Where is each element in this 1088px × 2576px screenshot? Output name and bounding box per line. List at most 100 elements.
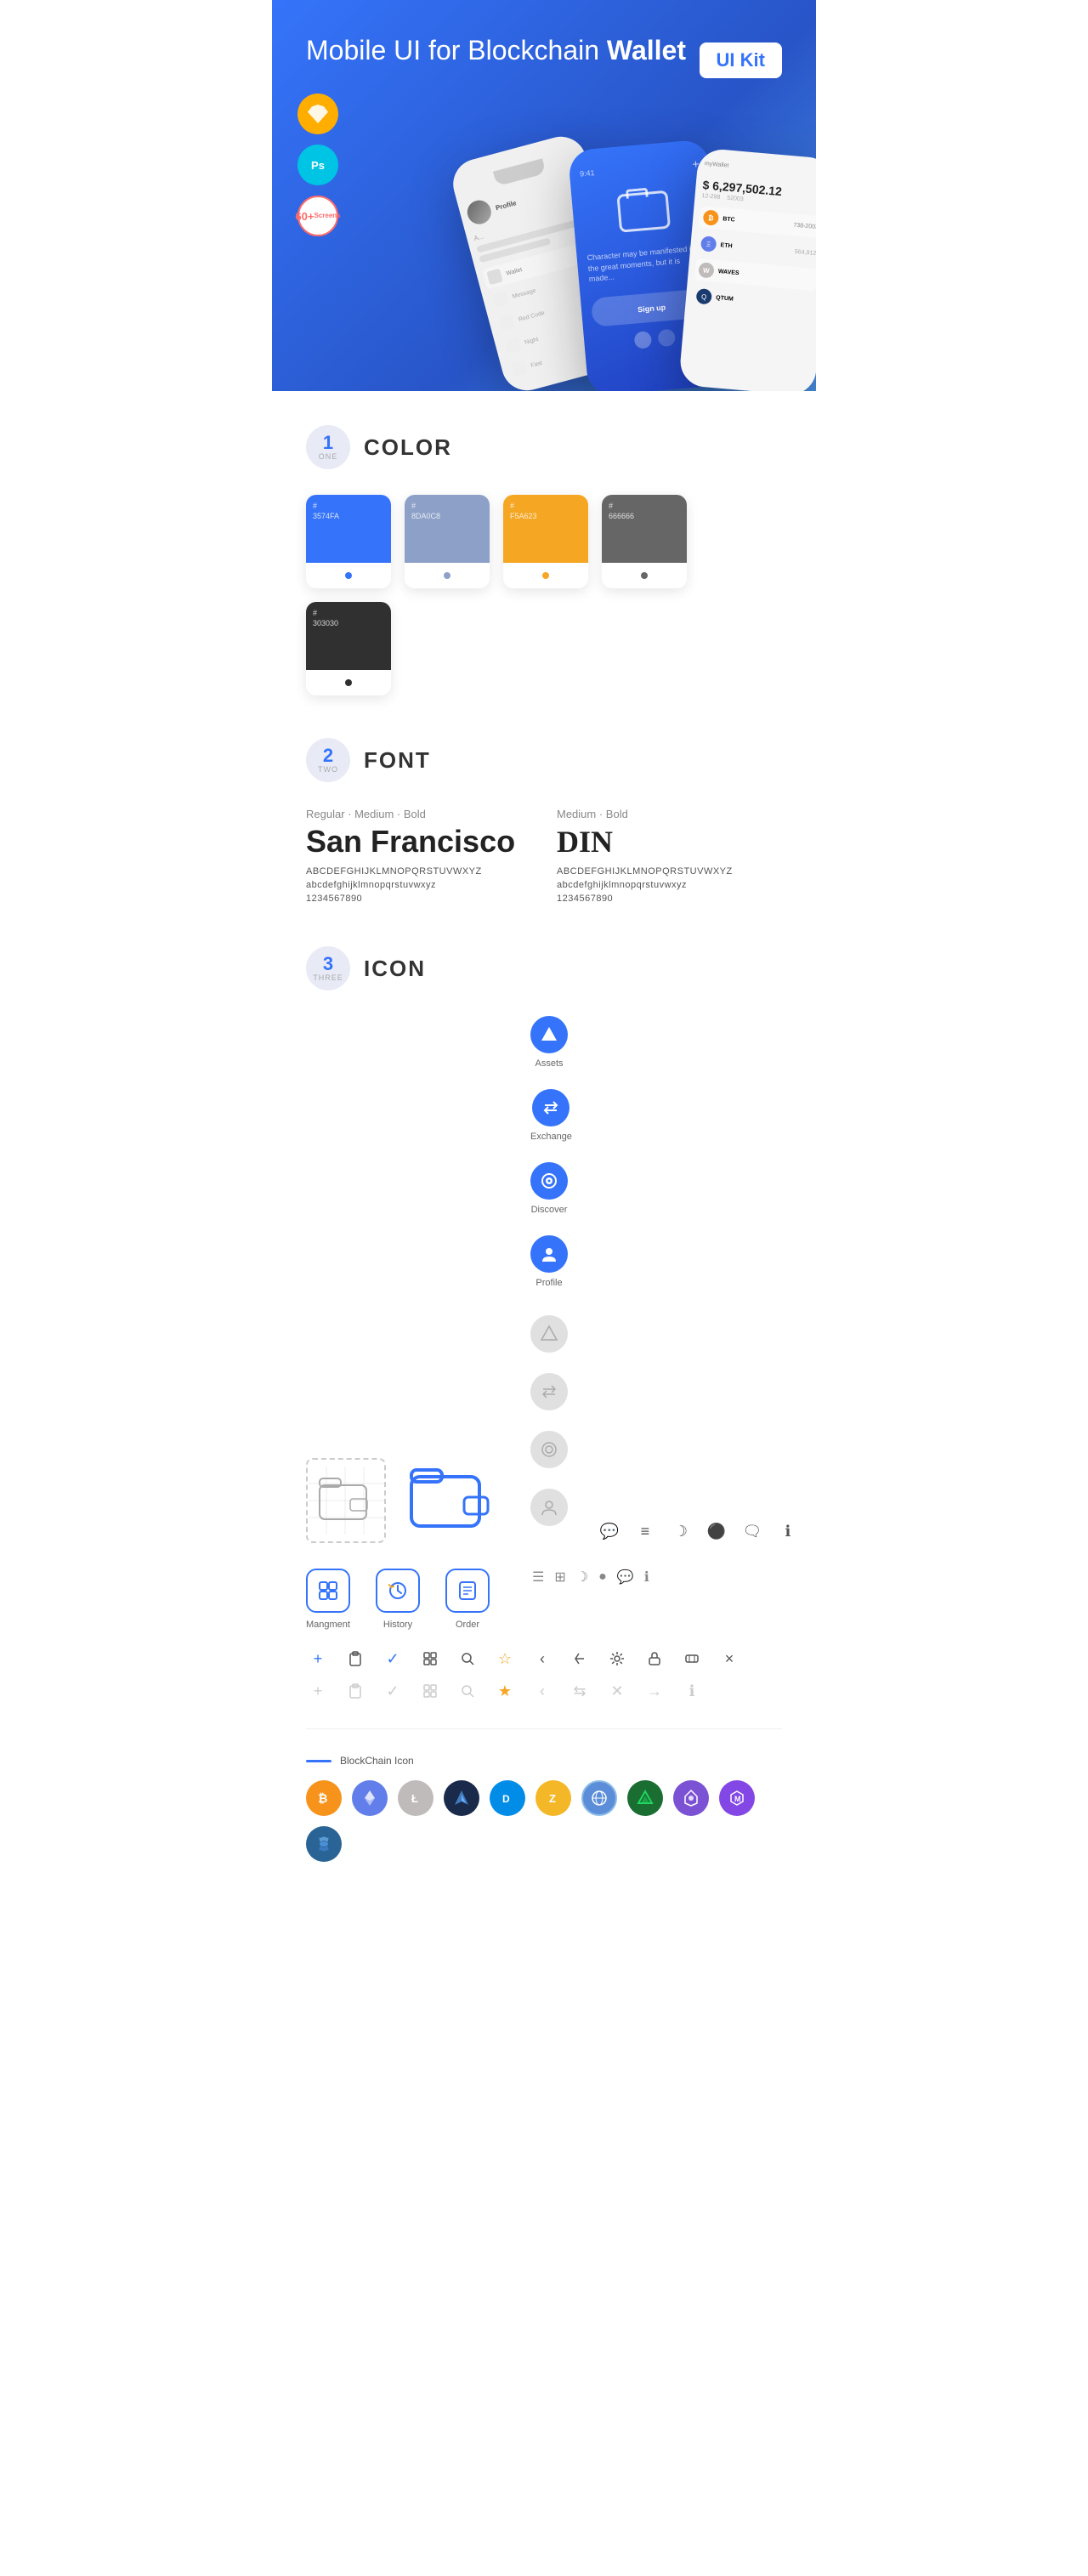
nav-icons-column: Assets Exchange xyxy=(530,1016,572,1543)
litecoin-icon: Ł xyxy=(398,1780,434,1816)
color-swatch-orange: #F5A623 xyxy=(503,495,588,588)
export-icon xyxy=(643,1647,666,1671)
message-icon: 🗨 xyxy=(740,1519,764,1543)
color-swatches: #3574FA #8DA0C8 #F5A623 xyxy=(306,495,782,695)
sketch-badge xyxy=(298,94,338,134)
profile-icon xyxy=(530,1235,568,1273)
discover-icon-item: Discover xyxy=(530,1162,568,1215)
grid-icon xyxy=(418,1647,442,1671)
bubble-icon: 💬 xyxy=(617,1569,634,1586)
history-icon xyxy=(376,1569,420,1613)
hero-section: Mobile UI for Blockchain Wallet UI Kit P… xyxy=(272,0,816,391)
circle-sm-icon: ● xyxy=(598,1569,607,1585)
blockchain-line xyxy=(306,1760,332,1762)
font-section-title: FONT xyxy=(364,747,431,774)
plus-icon-outline: + xyxy=(306,1679,330,1703)
exchange-icon xyxy=(532,1089,570,1126)
check-icon-outline: ✓ xyxy=(381,1679,405,1703)
icon-section-number: 3 THREE xyxy=(306,946,350,990)
exchange-icon-gray xyxy=(530,1373,568,1410)
ethereum-icon xyxy=(352,1780,388,1816)
blockchain-label-row: BlockChain Icon xyxy=(306,1755,782,1767)
font-din: Medium · Bold DIN ABCDEFGHIJKLMNOPQRSTUV… xyxy=(557,808,782,904)
nav-icons-colored-row: Assets Exchange xyxy=(530,1016,572,1288)
clipboard-icon-outline xyxy=(343,1679,367,1703)
icon-wireframe-wallet xyxy=(306,1458,386,1543)
screens-badge: 60+ Screens xyxy=(298,196,338,236)
profile-icon-item: Profile xyxy=(530,1235,568,1288)
discover-icon xyxy=(530,1162,568,1200)
phones-area: Profile A... Wallet Message xyxy=(408,119,816,391)
chat-icon: 💬 xyxy=(598,1519,621,1543)
color-section-number: 1 ONE xyxy=(306,425,350,469)
search-icon-outline xyxy=(456,1679,479,1703)
aave-icon xyxy=(673,1780,709,1816)
moon-icon: ☽ xyxy=(669,1519,693,1543)
font-san-francisco: Regular · Medium · Bold San Francisco AB… xyxy=(306,808,531,904)
profile-icon-gray xyxy=(530,1489,568,1526)
svg-text:M: M xyxy=(734,1795,741,1803)
circle-icon: ⚫ xyxy=(705,1519,728,1543)
close-icon: × xyxy=(717,1647,741,1671)
ps-badge: Ps xyxy=(298,145,338,185)
color-swatch-blue: #3574FA xyxy=(306,495,391,588)
icon-section: 3 THREE ICON xyxy=(306,946,782,1862)
svg-text:D: D xyxy=(502,1793,510,1805)
management-icon-item: Mangment xyxy=(306,1569,350,1630)
small-icons-row-1: ☰ ⊞ ☽ ● 💬 ℹ xyxy=(532,1569,649,1586)
discover-icon-gray xyxy=(530,1431,568,1468)
assets-icon-gray xyxy=(530,1315,568,1353)
nav-icons-gray-row xyxy=(530,1315,572,1526)
arrows-icon-outline: ⇆ xyxy=(568,1679,592,1703)
layers-icon: ≡ xyxy=(633,1519,657,1543)
icon-section-title: ICON xyxy=(364,956,426,982)
font-grid: Regular · Medium · Bold San Francisco AB… xyxy=(306,808,782,904)
feather-icon xyxy=(444,1780,479,1816)
color-section-header: 1 ONE COLOR xyxy=(306,425,782,469)
polkadot-icon xyxy=(306,1826,342,1862)
plus-icon: + xyxy=(306,1647,330,1671)
svg-text:Z: Z xyxy=(549,1792,556,1805)
zcash-icon: Z xyxy=(536,1780,571,1816)
bitcoin-icon: ₿ xyxy=(306,1780,342,1816)
icon-grid-main: Assets Exchange xyxy=(306,1016,782,1543)
star-icon: ☆ xyxy=(493,1647,517,1671)
order-icon-item: Order xyxy=(445,1569,490,1630)
main-content: 1 ONE COLOR #3574FA #8DA0C8 xyxy=(272,391,816,1938)
icon-blue-wallet xyxy=(403,1458,496,1543)
grid-icon-outline xyxy=(418,1679,442,1703)
management-icon xyxy=(306,1569,350,1613)
font-section-number: 2 TWO xyxy=(306,738,350,782)
color-swatch-gray-blue: #8DA0C8 xyxy=(405,495,490,588)
utility-col: 💬 ≡ ☽ ⚫ 🗨 ℹ xyxy=(598,1519,800,1543)
font-section: 2 TWO FONT Regular · Medium · Bold San F… xyxy=(306,738,782,904)
color-section: 1 ONE COLOR #3574FA #8DA0C8 xyxy=(306,425,782,695)
exchange-icon-item: Exchange xyxy=(530,1089,572,1142)
color-swatch-gray: #666666 xyxy=(602,495,687,588)
assets-icon xyxy=(530,1016,568,1053)
x-icon-outline: ✕ xyxy=(605,1679,629,1703)
siacoin-icon xyxy=(627,1780,663,1816)
resize-icon xyxy=(680,1647,704,1671)
tool-badges: Ps 60+ Screens xyxy=(298,94,338,236)
dash-icon: D xyxy=(490,1780,525,1816)
utility-icons-dimmed: + ✓ ★ ‹ ⇆ ✕ → ℹ xyxy=(306,1679,782,1703)
matic-icon: M xyxy=(719,1780,755,1816)
color-swatch-dark: #303030 xyxy=(306,602,391,695)
color-section-title: COLOR xyxy=(364,434,452,461)
phone-mockup-crypto: myWallet + $ 6,297,502.12 12-298 52003 ₿… xyxy=(678,148,816,391)
info-sm-icon: ℹ xyxy=(644,1569,649,1586)
crypto-icons-row: ₿ Ł D Z xyxy=(306,1780,782,1862)
order-icon xyxy=(445,1569,490,1613)
chevron-left-outline: ‹ xyxy=(530,1679,554,1703)
small-icons-col: ☰ ⊞ ☽ ● 💬 ℹ xyxy=(532,1569,649,1586)
check-icon: ✓ xyxy=(381,1647,405,1671)
stack-icon: ⊞ xyxy=(554,1569,565,1586)
chevron-left-icon: ‹ xyxy=(530,1647,554,1671)
font-section-header: 2 TWO FONT xyxy=(306,738,782,782)
assets-icon-item: Assets xyxy=(530,1016,568,1069)
svg-text:₿: ₿ xyxy=(318,1791,327,1805)
utility-icons-colored: + ✓ ☆ ‹ xyxy=(306,1647,782,1671)
star-filled-icon: ★ xyxy=(493,1679,517,1703)
info-icon: ℹ xyxy=(776,1519,800,1543)
